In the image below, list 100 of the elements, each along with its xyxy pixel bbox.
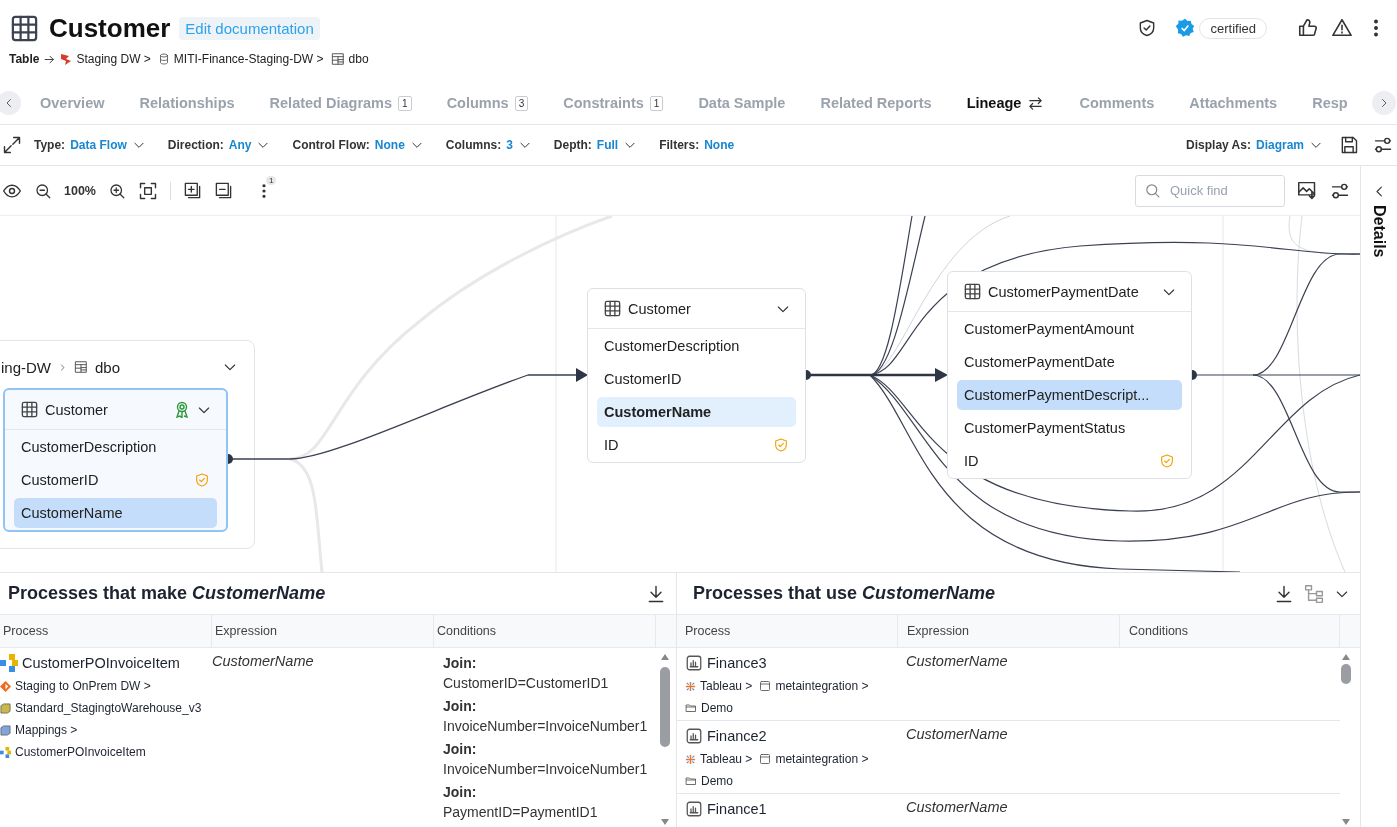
column-row[interactable]: CustomerPaymentDate [957, 346, 1182, 377]
tab[interactable]: Related Diagrams 1 [269, 95, 412, 111]
table-icon [963, 282, 982, 301]
breadcrumb-link[interactable]: MITI-Finance-Staging-DW > [173, 52, 324, 66]
table-node[interactable]: CustomerPaymentDate CustomerPaymentAmount CustomerPaymentDate CustomerPaymentDescript... CustomerPaymentStatus ID [947, 271, 1192, 479]
process-path-link[interactable]: metaintegration > [775, 752, 869, 766]
condition-label: Join: [443, 783, 478, 802]
folder-icon [685, 775, 697, 787]
filter-dropdown[interactable]: Direction: Any [167, 138, 271, 152]
column-row[interactable]: CustomerPaymentAmount [957, 313, 1182, 344]
filter-dropdown[interactable]: Depth: Full [553, 138, 638, 152]
process-path-link[interactable]: Mappings > [15, 723, 78, 737]
filter-dropdown[interactable]: Columns: 3 [445, 138, 532, 152]
condition-expression: PaymentID=PaymentID1 [443, 803, 599, 822]
save-icon[interactable] [1339, 135, 1359, 155]
column-row[interactable]: CustomerDescription [14, 431, 217, 462]
cross-cluster-icon [685, 680, 696, 692]
process-name[interactable]: Finance2 [707, 728, 767, 744]
scrollbar[interactable] [659, 652, 671, 827]
object-type: Table [9, 52, 40, 66]
tab[interactable]: Constraints 1 [563, 95, 664, 111]
filter-dropdown[interactable]: Control Flow: None [292, 138, 424, 152]
filter-dropdown[interactable]: Filters: None [659, 138, 735, 152]
mapping-icon [0, 746, 11, 758]
zoom-in-icon[interactable] [108, 181, 126, 200]
window-icon [759, 753, 772, 765]
window-icon [759, 680, 772, 692]
panel-title: Processes that use CustomerName [693, 583, 997, 604]
column-row[interactable]: CustomerDescription [597, 330, 796, 361]
expression-text: CustomerName [212, 653, 315, 669]
column-row[interactable]: CustomerPaymentStatus [957, 412, 1182, 443]
search-icon [1144, 181, 1161, 199]
table-icon [20, 400, 39, 419]
details-tab[interactable]: Details [1370, 205, 1388, 258]
group-path: dbo [95, 358, 121, 376]
process-path-link[interactable]: metaintegration > [775, 679, 869, 693]
report-icon [685, 727, 703, 745]
settings-icon[interactable] [1373, 135, 1393, 155]
column-row[interactable]: CustomerID [597, 363, 796, 394]
column-row[interactable]: CustomerName [14, 497, 217, 528]
column-row[interactable]: CustomerID [14, 464, 217, 495]
cross-cluster-icon [685, 753, 696, 765]
warning-icon[interactable] [1331, 17, 1353, 39]
table-node[interactable]: Customer CustomerDescription CustomerID CustomerName [3, 388, 228, 532]
diamond-icon [0, 680, 11, 692]
process-name[interactable]: Finance1 [707, 801, 767, 817]
condition-label: Join: [443, 697, 478, 716]
process-path-link[interactable]: Demo [701, 774, 733, 788]
zoom-out-icon[interactable] [34, 181, 52, 200]
download-icon[interactable] [1274, 583, 1294, 604]
column-row[interactable]: ID [597, 429, 796, 460]
process-path-link[interactable]: Demo [701, 701, 733, 715]
key-shield-icon [194, 471, 210, 488]
tab[interactable]: Columns 3 [446, 95, 529, 111]
column-row[interactable]: CustomerName [597, 396, 796, 427]
breadcrumb-link[interactable]: Staging DW > [76, 52, 151, 66]
thumbs-up-icon[interactable] [1297, 17, 1319, 39]
filter-dropdown[interactable]: Type: Data Flow [34, 138, 146, 152]
column-row[interactable]: CustomerPaymentDescript... [957, 379, 1182, 410]
tab[interactable]: Lineage [966, 94, 1045, 112]
column-header[interactable]: Process [0, 615, 212, 647]
process-path-link[interactable]: Tableau > [700, 752, 753, 766]
scrollbar[interactable] [1340, 652, 1352, 827]
column-header[interactable]: Expression [898, 615, 1120, 647]
tree-view-icon[interactable] [1304, 583, 1324, 604]
expression-text: CustomerName [906, 726, 1009, 742]
column-header[interactable]: Conditions [1120, 615, 1340, 647]
process-name[interactable]: Finance3 [707, 655, 767, 671]
group-path: ing-DW [1, 358, 51, 376]
quick-find-field[interactable]: Quick find [1135, 174, 1285, 207]
panel-title: Processes that make CustomerName [8, 583, 327, 604]
folder-icon [685, 702, 697, 714]
database-icon [157, 53, 170, 65]
folder-icon [0, 724, 11, 736]
count-badge: 1 [266, 175, 277, 185]
column-header[interactable]: Conditions [434, 615, 656, 647]
mapping-icon [0, 654, 18, 672]
export-image-icon[interactable] [1297, 180, 1318, 201]
display-as-dropdown[interactable]: Display As: Diagram [1186, 138, 1323, 152]
column-header[interactable]: Expression [212, 615, 434, 647]
fit-to-screen-icon[interactable] [138, 180, 158, 201]
process-path-link[interactable]: Staging to OnPrem DW > [15, 679, 151, 693]
swap-arrows-icon [1027, 94, 1045, 112]
process-path-link[interactable]: Standard_StagingtoWarehouse_v3 [15, 701, 202, 715]
process-name[interactable]: CustomerPOInvoiceItem [22, 655, 180, 671]
count-badge: 3 [514, 95, 529, 111]
table-node[interactable]: Customer CustomerDescription CustomerID CustomerName ID [587, 288, 806, 463]
process-path-link[interactable]: Tableau > [700, 679, 753, 693]
breadcrumb-link[interactable]: dbo [348, 52, 369, 66]
collapse-all-icon[interactable] [214, 181, 233, 200]
expression-text: CustomerName [906, 799, 1009, 815]
node-title: Customer [45, 401, 109, 418]
column-header[interactable]: Process [677, 615, 898, 647]
expand-icon[interactable] [2, 135, 22, 155]
download-icon[interactable] [646, 583, 666, 604]
expand-all-icon[interactable] [183, 181, 202, 200]
process-path-link[interactable]: CustomerPOInvoiceItem [15, 745, 146, 759]
condition-expression: InvoiceNumber=InvoiceNumber1 [443, 717, 648, 736]
column-row[interactable]: ID [957, 445, 1182, 476]
condition-expression: InvoiceNumber=InvoiceNumber1 [443, 760, 648, 779]
